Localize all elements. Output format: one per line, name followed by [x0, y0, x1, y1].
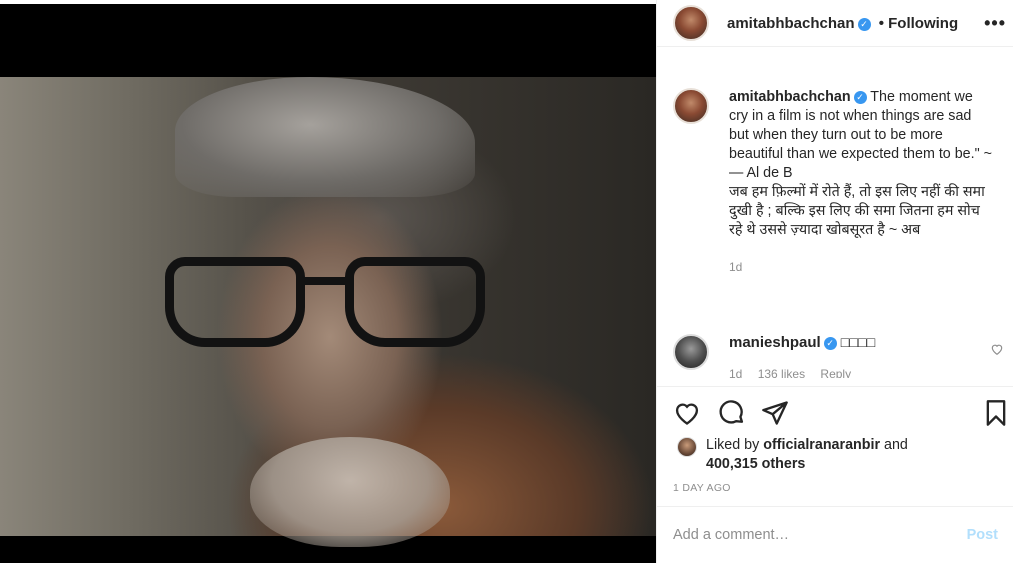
- post-comment-button[interactable]: Post: [967, 527, 998, 543]
- author-username[interactable]: amitabhbachchan: [727, 15, 855, 32]
- comments-section[interactable]: amitabhbachchan ✓ The moment we cry in a …: [657, 48, 1013, 378]
- post-side-panel: amitabhbachchan ✓ • Following ••• amitabh…: [656, 0, 1013, 563]
- caption-text: The moment we cry in a film is not when …: [729, 89, 992, 238]
- share-icon[interactable]: [761, 399, 789, 427]
- post-timestamp[interactable]: 1 DAY AGO: [673, 482, 731, 494]
- comment-meta: 1d 136 likes Reply: [729, 367, 875, 378]
- commenter-username[interactable]: manieshpaul: [729, 334, 821, 351]
- following-button[interactable]: • Following: [879, 15, 958, 32]
- caption-time[interactable]: 1d: [729, 258, 994, 277]
- post-photo[interactable]: [0, 77, 656, 547]
- action-bar: [657, 386, 1013, 426]
- photo-beard: [250, 437, 450, 547]
- comment-text: □□□□: [840, 335, 876, 351]
- likes-summary: Liked by officialranaranbir and 400,315 …: [677, 436, 908, 474]
- caption-avatar[interactable]: [673, 88, 709, 124]
- author-avatar[interactable]: [673, 5, 709, 41]
- comment-icon[interactable]: [718, 399, 746, 427]
- likes-prefix: Liked by: [706, 437, 764, 453]
- liker-username[interactable]: officialranaranbir: [763, 437, 880, 453]
- liker-avatar[interactable]: [677, 437, 697, 457]
- comment-likes[interactable]: 136 likes: [758, 367, 805, 378]
- comment-like-heart-icon[interactable]: [990, 342, 1004, 356]
- post-media[interactable]: [0, 4, 656, 563]
- reply-button[interactable]: Reply: [820, 367, 851, 378]
- likes-count[interactable]: 400,315 others: [706, 456, 805, 472]
- caption-username[interactable]: amitabhbachchan: [729, 89, 851, 105]
- more-options-icon[interactable]: •••: [984, 13, 1006, 34]
- comment-input[interactable]: [673, 527, 967, 543]
- photo-hair: [175, 77, 475, 197]
- author-name-wrap: amitabhbachchan ✓ • Following: [727, 15, 958, 32]
- verified-icon: ✓: [857, 17, 871, 31]
- photo-glasses: [165, 257, 495, 352]
- verified-icon: ✓: [823, 337, 837, 350]
- likes-text: Liked by officialranaranbir and 400,315 …: [706, 436, 908, 474]
- add-comment-bar: Post: [657, 506, 1013, 563]
- caption-body: amitabhbachchan ✓ The moment we cry in a …: [729, 88, 994, 277]
- comment-time[interactable]: 1d: [729, 367, 742, 378]
- comment-item: manieshpaul ✓ □□□□ 1d 136 likes Reply: [673, 334, 1003, 378]
- commenter-avatar[interactable]: [673, 334, 709, 370]
- like-heart-icon[interactable]: [673, 399, 701, 427]
- comment-body: manieshpaul ✓ □□□□ 1d 136 likes Reply: [729, 334, 875, 378]
- verified-icon: ✓: [853, 91, 867, 104]
- post-header: amitabhbachchan ✓ • Following •••: [657, 0, 1013, 47]
- caption: amitabhbachchan ✓ The moment we cry in a …: [673, 88, 1003, 277]
- likes-middle: and: [880, 437, 908, 453]
- save-bookmark-icon[interactable]: [982, 399, 1010, 427]
